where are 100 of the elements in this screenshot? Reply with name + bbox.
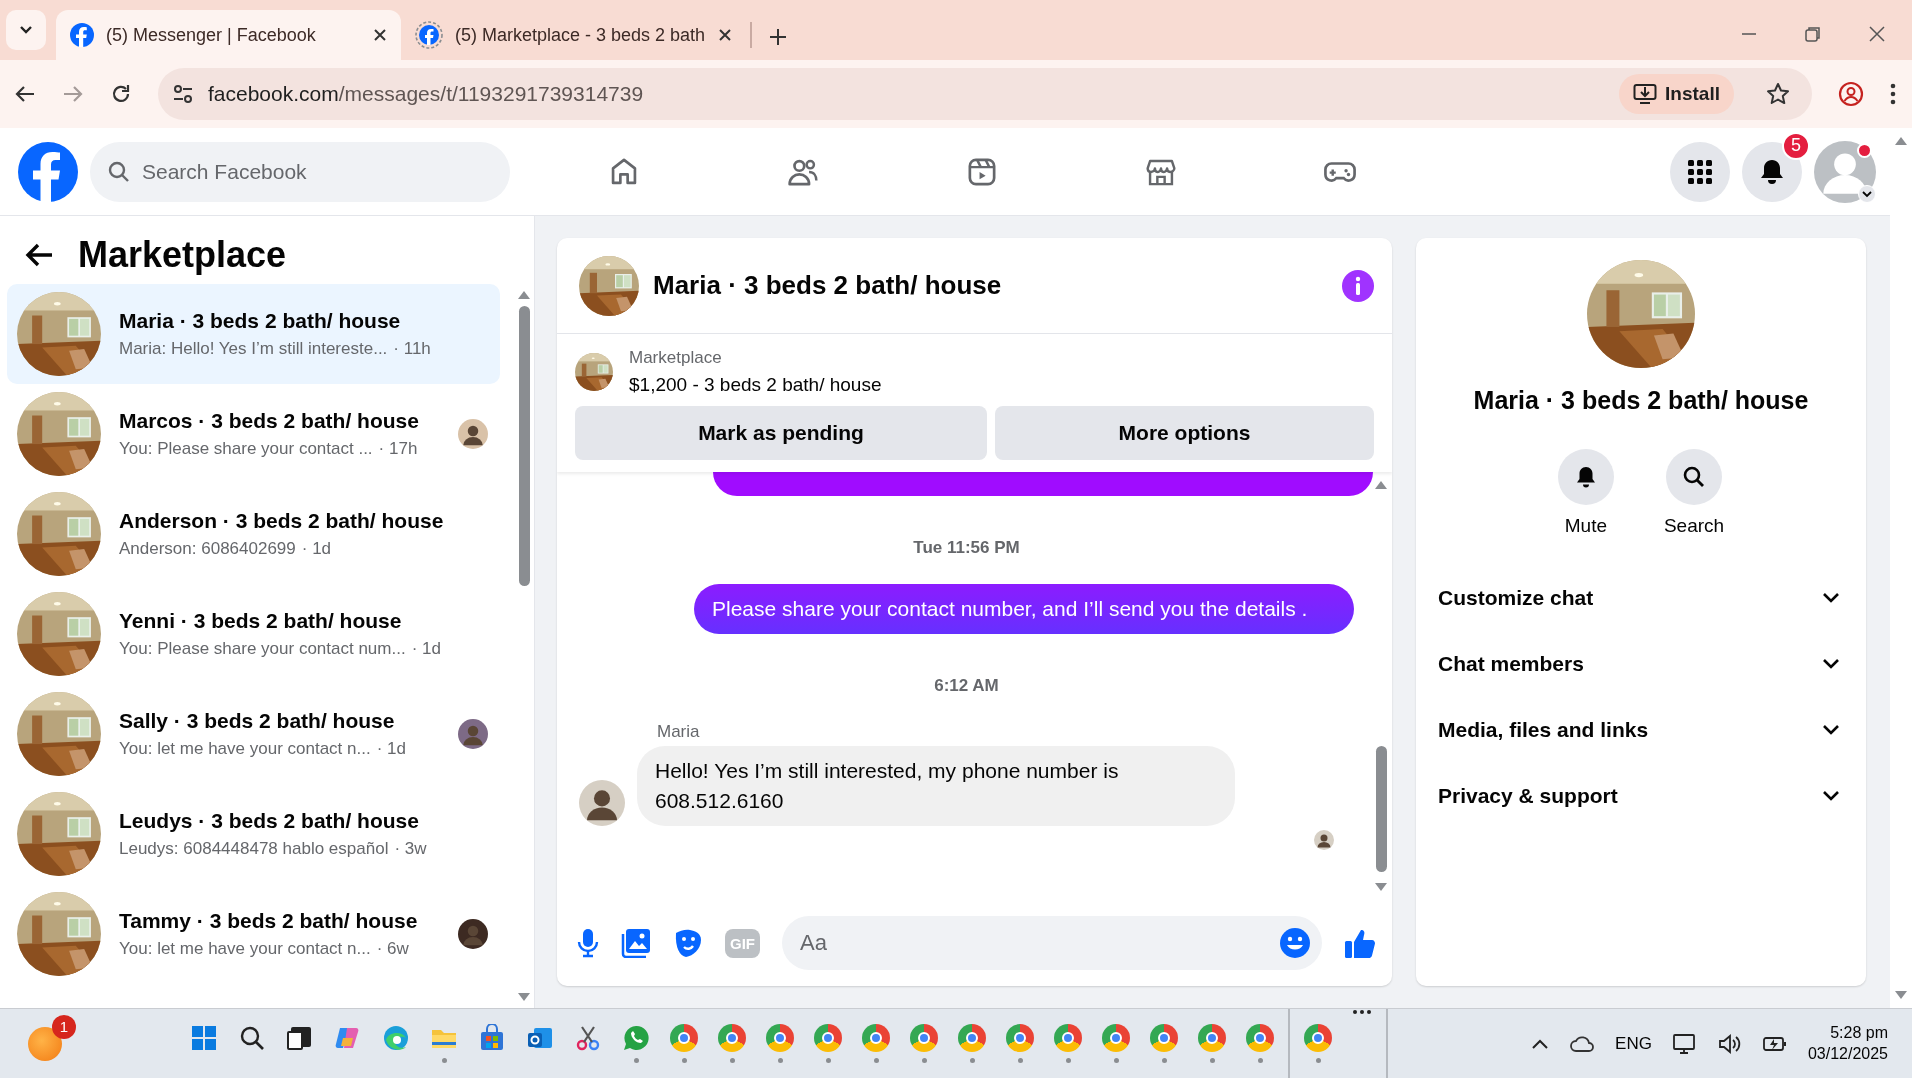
chat-icon[interactable]: [622, 1024, 650, 1052]
search-field[interactable]: Search Facebook: [90, 141, 510, 202]
browser-icon[interactable]: [1006, 1024, 1034, 1052]
conversation-item[interactable]: Anderson · 3 beds 2 bath/ house Anderson: 6086402699 · 1d: [7, 484, 500, 584]
more-options-button[interactable]: More options: [994, 406, 1374, 460]
scroll-up-icon: [517, 290, 531, 300]
start-icon[interactable]: [190, 1024, 218, 1052]
mark-pending-button[interactable]: Mark as pending: [575, 406, 987, 460]
site-settings-icon[interactable]: [172, 83, 194, 105]
weather-icon[interactable]: [28, 1026, 62, 1061]
received-message: Hello! Yes I’m still interested, my phone number is 608.512.6160: [637, 746, 1235, 826]
language-indicator[interactable]: ENG: [1615, 1033, 1652, 1054]
install-icon: [1633, 83, 1658, 105]
message-timestamp: Tue 11:56 PM: [913, 538, 1020, 558]
notification-count: 5: [1782, 131, 1810, 160]
bell-icon: [1760, 158, 1784, 185]
message-field[interactable]: Aa: [782, 916, 1322, 970]
conversation-item[interactable]: Yenni · 3 beds 2 bath/ house You: Please share your contact num... · 1d: [7, 584, 500, 684]
clock[interactable]: 5:28 pm 03/12/2025: [1807, 1024, 1888, 1063]
conversation-item[interactable]: Maria · 3 beds 2 bath/ house Maria: Hello! Yes I’m still intereste... · 11h: [7, 284, 500, 384]
conversation-item[interactable]: Tammy · 3 beds 2 bath/ house You: let me have your contact n... · 6w: [7, 884, 500, 984]
message-time: · 1d: [301, 539, 332, 559]
conversation-title: Maria · 3 beds 2 bath/ house: [653, 270, 1003, 301]
scrollbar-thumb[interactable]: [1375, 746, 1387, 872]
message-time: · 3w: [394, 839, 427, 859]
conversation-name: Anderson · 3 beds 2 bath/ house: [119, 509, 445, 533]
section-header[interactable]: Chat members: [1438, 631, 1844, 697]
profile-icon[interactable]: [1838, 81, 1864, 107]
back-icon[interactable]: [24, 242, 54, 268]
action-label: Mute: [1564, 515, 1607, 537]
more-icon[interactable]: [1352, 1008, 1372, 1015]
network-icon[interactable]: [1671, 1031, 1698, 1056]
avatar: [1314, 830, 1334, 850]
scissors-icon[interactable]: [574, 1024, 602, 1052]
search-button[interactable]: [1666, 449, 1722, 505]
browser-icon[interactable]: [910, 1024, 938, 1052]
browser-icon[interactable]: [1304, 1024, 1332, 1052]
cloud-icon[interactable]: [1569, 1034, 1596, 1053]
menu-icon[interactable]: [1890, 83, 1896, 105]
close-icon[interactable]: [1868, 25, 1886, 43]
message-preview: You: Please share your contact ...: [119, 439, 373, 459]
plus-icon[interactable]: [768, 27, 788, 47]
conversation-item[interactable]: Sally · 3 beds 2 bath/ house You: let me have your contact n... · 1d: [7, 684, 500, 784]
scroll-up-icon: [1374, 480, 1388, 490]
status-dot: [1857, 142, 1872, 158]
account-menu-icon[interactable]: [1858, 184, 1876, 203]
search-icon[interactable]: [238, 1024, 266, 1052]
conversation-name: Marcos · 3 beds 2 bath/ house: [119, 409, 420, 433]
browser-icon[interactable]: [382, 1024, 410, 1052]
info-icon[interactable]: [1342, 269, 1374, 302]
address-field[interactable]: facebook.com/messages/t/1193291739314739 Install: [158, 68, 1812, 120]
browser-icon[interactable]: [1150, 1024, 1178, 1052]
conversation-name: Yenni · 3 beds 2 bath/ house: [119, 609, 403, 633]
page-title: Marketplace: [78, 234, 287, 276]
section-header[interactable]: Media, files and links: [1438, 697, 1844, 763]
restore-icon[interactable]: [1804, 25, 1822, 43]
message-time: · 11h: [393, 339, 431, 359]
message-preview: Anderson: 6086402699: [119, 539, 296, 559]
scroll-down-icon: [1374, 882, 1388, 892]
battery-charging-icon[interactable]: [1761, 1034, 1788, 1053]
tab-title: (5) Marketplace - 3 beds 2 bath: [455, 24, 706, 46]
emoji-icon[interactable]: [1279, 927, 1311, 959]
sticker-icon[interactable]: [673, 928, 703, 958]
photo-icon[interactable]: [621, 928, 651, 958]
microphone-icon[interactable]: [577, 928, 599, 958]
close-icon[interactable]: [718, 28, 732, 42]
browser-icon[interactable]: [718, 1024, 746, 1052]
browser-icon[interactable]: [1246, 1024, 1274, 1052]
reload-icon[interactable]: [110, 83, 132, 105]
browser-icon[interactable]: [814, 1024, 842, 1052]
logo[interactable]: [18, 141, 78, 202]
browser-tab[interactable]: (5) Messenger | Facebook: [56, 10, 401, 60]
scroll-down-icon: [517, 992, 531, 1002]
browser-icon[interactable]: [1102, 1024, 1130, 1052]
thumbs-up-icon[interactable]: [1344, 927, 1376, 959]
volume-icon[interactable]: [1717, 1032, 1742, 1055]
logo[interactable]: [70, 23, 94, 47]
install-button[interactable]: Install: [1619, 74, 1734, 114]
close-icon[interactable]: [373, 28, 387, 42]
chevron-up-icon[interactable]: [1531, 1037, 1550, 1050]
browser-icon[interactable]: [862, 1024, 890, 1052]
url-text: facebook.com/messages/t/1193291739314739: [208, 82, 644, 106]
section-header[interactable]: Privacy & support: [1438, 763, 1844, 829]
tab-title: (5) Messenger | Facebook: [106, 24, 317, 46]
scrollbar-thumb[interactable]: [518, 306, 530, 586]
store-icon[interactable]: [478, 1024, 506, 1052]
bookmark-star-icon[interactable]: [1766, 82, 1790, 106]
message-preview: You: let me have your contact n...: [119, 939, 371, 959]
browser-icon[interactable]: [1054, 1024, 1082, 1052]
browser-icon[interactable]: [670, 1024, 698, 1052]
grid-icon: [1688, 159, 1712, 184]
section-header[interactable]: Customize chat: [1438, 565, 1844, 631]
browser-icon[interactable]: [1198, 1024, 1226, 1052]
conversation-item[interactable]: Marcos · 3 beds 2 bath/ house You: Please share your contact ... · 17h: [7, 384, 500, 484]
action-label: Search: [1663, 515, 1725, 537]
browser-icon[interactable]: [958, 1024, 986, 1052]
browser-tab[interactable]: (5) Marketplace - 3 beds 2 bath: [401, 10, 746, 60]
browser-icon[interactable]: [766, 1024, 794, 1052]
task-view-icon[interactable]: [286, 1024, 314, 1052]
conversation-item[interactable]: Leudys · 3 beds 2 bath/ house Leudys: 6084448478 hablo español · 3w: [7, 784, 500, 884]
